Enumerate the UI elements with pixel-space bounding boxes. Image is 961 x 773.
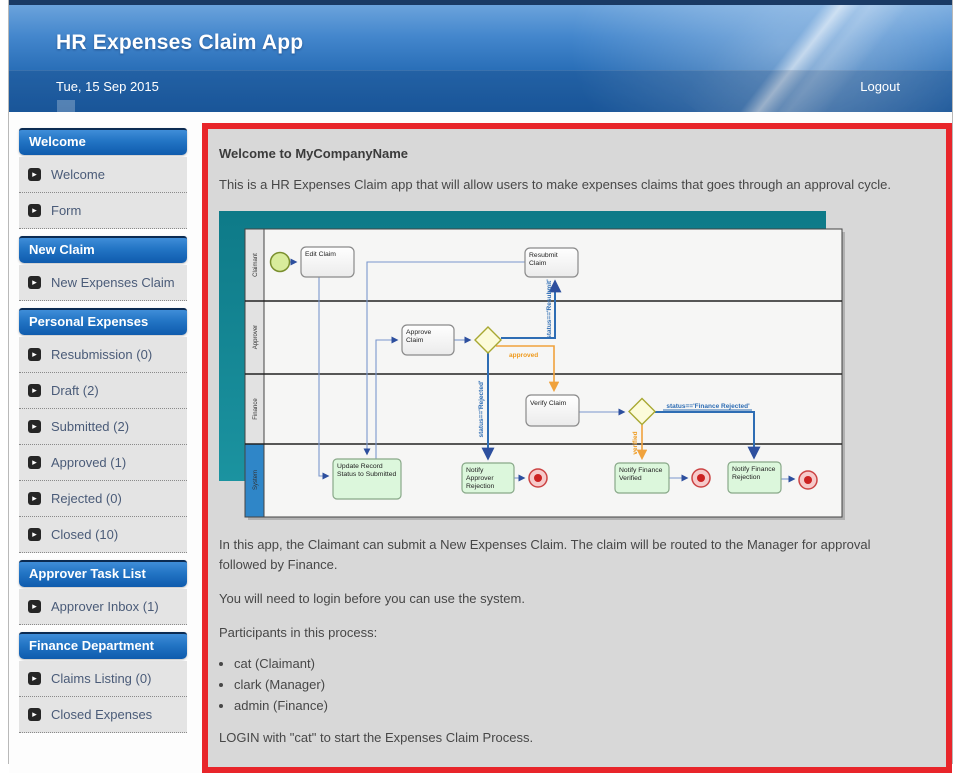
lane-claimant: Claimant	[253, 253, 259, 277]
lane-system: System	[253, 470, 259, 490]
edge-label-verified: verified	[632, 431, 639, 454]
edge-label-resubmit: status=='Resubmit'	[546, 279, 553, 339]
edge-label-finance-rejected: status=='Finance Rejected'	[666, 403, 750, 410]
sidebar-item-form[interactable]: ▸ Form	[19, 193, 187, 229]
sidebar-section: Welcome ▸ Welcome ▸ Form	[19, 128, 187, 229]
app-header: HR Expenses Claim App Tue, 15 Sep 2015 L…	[9, 5, 952, 112]
app-title: HR Expenses Claim App	[56, 31, 304, 54]
svg-text:Approver: Approver	[466, 475, 494, 482]
app-window: HR Expenses Claim App Tue, 15 Sep 2015 L…	[8, 0, 953, 773]
svg-text:Notify Finance: Notify Finance	[619, 467, 663, 474]
task-notify-finance-verified: Notify Finance Verified	[614, 462, 670, 494]
end-event	[528, 468, 548, 488]
svg-text:Rejection: Rejection	[466, 483, 495, 490]
routing-paragraph: In this app, the Claimant can submit a N…	[219, 537, 871, 572]
svg-text:Approve: Approve	[406, 329, 432, 336]
arrow-icon: ▸	[28, 492, 41, 505]
sidebar-section: Personal Expenses ▸ Resubmission (0) ▸ D…	[19, 308, 187, 553]
main-content: Welcome to MyCompanyName This is a HR Ex…	[202, 123, 952, 773]
svg-text:Update Record: Update Record	[337, 463, 383, 470]
start-event	[269, 251, 291, 273]
arrow-icon: ▸	[28, 708, 41, 721]
logout-link[interactable]: Logout	[860, 79, 900, 94]
arrow-icon: ▸	[28, 600, 41, 613]
sidebar-item-welcome[interactable]: ▸ Welcome	[19, 157, 187, 193]
arrow-icon: ▸	[28, 204, 41, 217]
end-event	[691, 468, 711, 488]
arrow-icon: ▸	[28, 276, 41, 289]
sidebar-item-submitted-2[interactable]: ▸ Submitted (2)	[19, 409, 187, 445]
svg-text:Notify Finance: Notify Finance	[732, 466, 776, 473]
header-corner-tab	[57, 100, 75, 112]
lane-finance: Finance	[253, 398, 259, 420]
svg-text:Edit Claim: Edit Claim	[305, 251, 336, 258]
sidebar-section-header: Approver Task List	[19, 560, 187, 587]
start-paragraph: LOGIN with "cat" to start the Expenses C…	[219, 730, 534, 745]
task-notify-finance-rejection: Notify Finance Rejection	[727, 461, 782, 494]
sidebar-item-new-expenses-claim[interactable]: ▸ New Expenses Claim	[19, 265, 187, 301]
task-verify-claim: Verify Claim	[525, 394, 580, 427]
edge-label-rejected: status=='Rejected'	[478, 380, 485, 437]
sidebar-section: Approver Task List ▸ Approver Inbox (1)	[19, 560, 187, 625]
sidebar-section-header: Personal Expenses	[19, 308, 187, 335]
svg-text:Notify: Notify	[466, 467, 484, 474]
sidebar-item-claims-listing-0[interactable]: ▸ Claims Listing (0)	[19, 661, 187, 697]
login-paragraph: You will need to login before you can us…	[219, 591, 525, 606]
svg-text:Verify Claim: Verify Claim	[530, 400, 567, 407]
process-flow-diagram: Claimant Approver Finance System status=…	[219, 211, 845, 520]
svg-text:Resubmit: Resubmit	[529, 252, 558, 259]
sidebar-item-closed-10[interactable]: ▸ Closed (10)	[19, 517, 187, 553]
participant-item: clark (Manager)	[234, 674, 946, 695]
sidebar-section: Finance Department ▸ Claims Listing (0) …	[19, 632, 187, 733]
sidebar-section-header: Welcome	[19, 128, 187, 155]
sidebar-item-rejected-0[interactable]: ▸ Rejected (0)	[19, 481, 187, 517]
svg-text:Verified: Verified	[619, 475, 642, 482]
arrow-icon: ▸	[28, 456, 41, 469]
participant-item: cat (Claimant)	[234, 653, 946, 674]
end-event	[798, 470, 818, 490]
participants-list: cat (Claimant)clark (Manager)admin (Fina…	[219, 653, 946, 716]
arrow-icon: ▸	[28, 672, 41, 685]
task-approve-claim: Approve Claim	[401, 324, 455, 356]
arrow-icon: ▸	[28, 528, 41, 541]
current-date: Tue, 15 Sep 2015	[56, 79, 159, 94]
edge-label-approved: approved	[509, 352, 538, 359]
welcome-heading: Welcome to MyCompanyName	[219, 146, 409, 161]
task-notify-approver-rejection: Notify Approver Rejection	[461, 462, 515, 494]
arrow-icon: ▸	[28, 420, 41, 433]
sidebar-section: New Claim ▸ New Expenses Claim	[19, 236, 187, 301]
sidebar-item-resubmission-0[interactable]: ▸ Resubmission (0)	[19, 337, 187, 373]
svg-text:Claim: Claim	[529, 260, 547, 267]
sidebar-item-approved-1[interactable]: ▸ Approved (1)	[19, 445, 187, 481]
task-edit-claim: Edit Claim	[300, 246, 355, 278]
sidebar-section-header: Finance Department	[19, 632, 187, 659]
arrow-icon: ▸	[28, 348, 41, 361]
task-resubmit-claim: Resubmit Claim	[524, 247, 579, 278]
participants-paragraph: Participants in this process:	[219, 625, 378, 640]
sidebar-item-draft-2[interactable]: ▸ Draft (2)	[19, 373, 187, 409]
sidebar-item-approver-inbox-1[interactable]: ▸ Approver Inbox (1)	[19, 589, 187, 625]
svg-text:Rejection: Rejection	[732, 474, 761, 481]
svg-text:Status to Submitted: Status to Submitted	[337, 471, 397, 478]
lane-approver: Approver	[253, 325, 259, 349]
task-update-record: Update Record Status to Submitted	[332, 458, 402, 500]
arrow-icon: ▸	[28, 384, 41, 397]
sidebar-item-closed-expenses[interactable]: ▸ Closed Expenses	[19, 697, 187, 733]
svg-text:Claim: Claim	[406, 337, 424, 344]
participant-item: admin (Finance)	[234, 695, 946, 716]
sidebar-section-header: New Claim	[19, 236, 187, 263]
intro-paragraph: This is a HR Expenses Claim app that wil…	[219, 177, 891, 192]
sidebar: Welcome ▸ Welcome ▸ Form New Claim ▸ New…	[19, 128, 187, 740]
arrow-icon: ▸	[28, 168, 41, 181]
page-body: Welcome ▸ Welcome ▸ Form New Claim ▸ New…	[9, 112, 952, 773]
